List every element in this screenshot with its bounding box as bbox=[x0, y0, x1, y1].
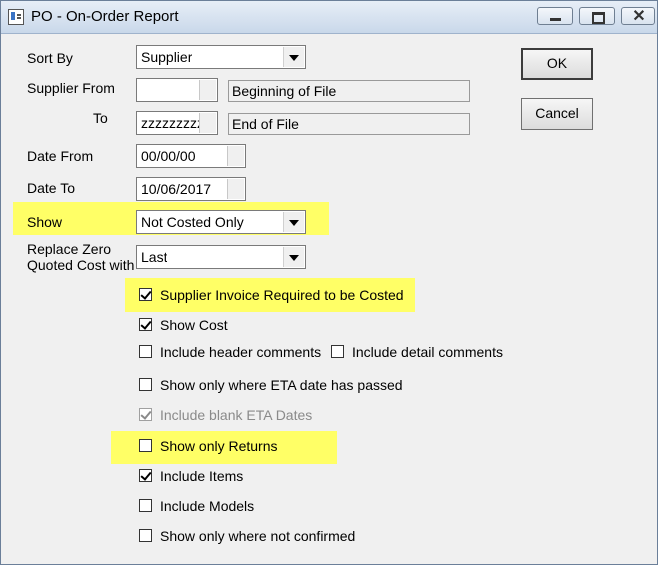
supplier-to-value: zzzzzzzzz: bbox=[141, 115, 199, 131]
supplier-to-input[interactable]: zzzzzzzzz: bbox=[136, 111, 218, 135]
checkbox-label: Show only where not confirmed bbox=[160, 528, 356, 544]
checkbox-label: Include header comments bbox=[160, 344, 322, 360]
maximize-button[interactable] bbox=[579, 7, 615, 25]
calendar-button[interactable] bbox=[227, 146, 244, 166]
lookup-button[interactable] bbox=[199, 80, 216, 100]
report-window-icon bbox=[8, 9, 24, 25]
close-icon: ✕ bbox=[632, 8, 646, 25]
checkbox-box bbox=[139, 408, 152, 421]
sort-by-label: Sort By bbox=[27, 50, 73, 66]
maximize-icon bbox=[592, 12, 605, 24]
date-to-label: Date To bbox=[27, 180, 75, 196]
checkbox-label: Include Models bbox=[160, 498, 255, 514]
sort-by-select[interactable]: Supplier bbox=[136, 45, 306, 69]
checkbox-box[interactable] bbox=[139, 288, 152, 301]
date-from-label: Date From bbox=[27, 148, 94, 164]
check-icon bbox=[140, 408, 152, 420]
sort-by-value: Supplier bbox=[141, 49, 193, 65]
calendar-button[interactable] bbox=[227, 179, 244, 199]
check-icon bbox=[140, 469, 152, 481]
supplier-from-description: Beginning of File bbox=[228, 80, 470, 102]
checkbox-box[interactable] bbox=[331, 345, 344, 358]
supplier-from-label: Supplier From bbox=[27, 80, 115, 96]
report-dialog-window: PO - On-Order Report ✕ Sort By Supplier … bbox=[0, 0, 658, 565]
checkbox-box[interactable] bbox=[139, 469, 152, 482]
checkbox-box[interactable] bbox=[139, 499, 152, 512]
supplier-to-description-text: End of File bbox=[232, 116, 299, 132]
date-from-value: 00/00/00 bbox=[141, 148, 196, 164]
close-button[interactable]: ✕ bbox=[621, 7, 655, 25]
chevron-down-icon[interactable] bbox=[283, 247, 304, 267]
replace-zero-value: Last bbox=[141, 249, 168, 265]
replace-zero-label-line1: Replace Zero bbox=[27, 241, 112, 257]
checkbox-label: Show Cost bbox=[160, 317, 228, 333]
supplier-to-label: To bbox=[93, 110, 108, 126]
checkbox-label: Show only where ETA date has passed bbox=[160, 377, 403, 393]
checkbox-box[interactable] bbox=[139, 318, 152, 331]
checkbox-box[interactable] bbox=[139, 529, 152, 542]
window-title: PO - On-Order Report bbox=[31, 8, 179, 25]
date-to-input[interactable]: 10/06/2017 bbox=[136, 177, 246, 201]
supplier-to-description: End of File bbox=[228, 113, 470, 135]
title-bar[interactable]: PO - On-Order Report ✕ bbox=[1, 1, 657, 34]
replace-zero-label-line2: Quoted Cost with bbox=[27, 257, 135, 273]
checkbox-label: Supplier Invoice Required to be Costed bbox=[160, 287, 404, 303]
show-value: Not Costed Only bbox=[141, 214, 244, 230]
check-icon bbox=[140, 318, 152, 330]
dialog-body: Sort By Supplier Supplier From Beginning… bbox=[5, 34, 653, 560]
date-to-value: 10/06/2017 bbox=[141, 181, 212, 197]
checkbox-label: Show only Returns bbox=[160, 438, 278, 454]
chevron-down-icon[interactable] bbox=[283, 47, 304, 67]
minimize-icon bbox=[550, 18, 561, 21]
cancel-button[interactable]: Cancel bbox=[521, 98, 593, 130]
checkbox-label: Include Items bbox=[160, 468, 244, 484]
check-icon bbox=[140, 288, 152, 300]
checkbox-label: Include blank ETA Dates bbox=[160, 407, 313, 423]
ok-button[interactable]: OK bbox=[521, 48, 593, 80]
date-from-input[interactable]: 00/00/00 bbox=[136, 144, 246, 168]
chevron-down-icon[interactable] bbox=[283, 212, 304, 232]
show-label: Show bbox=[27, 214, 63, 230]
show-select[interactable]: Not Costed Only bbox=[136, 210, 306, 234]
supplier-from-description-text: Beginning of File bbox=[232, 83, 337, 99]
supplier-from-input[interactable] bbox=[136, 78, 218, 102]
checkbox-box[interactable] bbox=[139, 345, 152, 358]
checkbox-box[interactable] bbox=[139, 378, 152, 391]
lookup-button[interactable] bbox=[199, 113, 216, 133]
checkbox-label: Include detail comments bbox=[352, 344, 503, 360]
minimize-button[interactable] bbox=[537, 7, 573, 25]
checkbox-box[interactable] bbox=[139, 439, 152, 452]
replace-zero-select[interactable]: Last bbox=[136, 245, 306, 269]
